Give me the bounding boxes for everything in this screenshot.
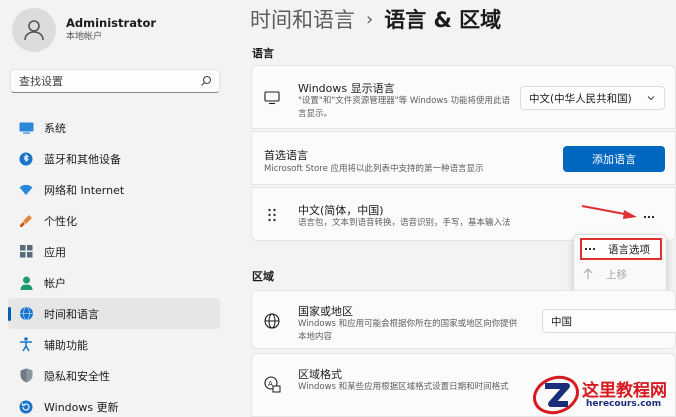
avatar — [12, 8, 56, 52]
sidebar-item-label: Windows 更新 — [44, 400, 119, 414]
preferred-languages-description: Microsoft Store 应用将以此列表中支持的第一种语言显示 — [264, 164, 484, 174]
bluetooth-icon — [18, 151, 34, 167]
globe-icon — [264, 313, 280, 333]
sidebar-item-label: 辅助功能 — [44, 338, 88, 352]
menu-item-move-up[interactable]: 上移 — [580, 263, 662, 285]
breadcrumb-parent[interactable]: 时间和语言 — [250, 4, 355, 34]
brush-icon — [18, 213, 34, 229]
sidebar-item-privacy[interactable]: 隐私和安全性 — [8, 360, 220, 391]
menu-item-label: 上移 — [606, 268, 627, 281]
apps-icon — [18, 244, 34, 260]
monitor-icon — [264, 90, 280, 109]
display-language-value: 中文(中华人民共和国) — [529, 92, 632, 105]
watermark-url: herecours.com — [586, 399, 662, 409]
page-title: 语言 & 区域 — [384, 8, 502, 32]
search-icon[interactable] — [199, 74, 213, 88]
sidebar-item-apps[interactable]: 应用 — [8, 236, 220, 267]
watermark-logo — [533, 375, 579, 415]
settings-search[interactable] — [10, 69, 220, 93]
display-language-dropdown[interactable]: 中文(中华人民共和国) — [520, 86, 665, 110]
language-entry-description: 语言包，文本到语音转换，语音识别，手写，基本输入法 — [298, 218, 511, 228]
sidebar-item-label: 时间和语言 — [44, 307, 99, 321]
arrow-up-icon — [580, 268, 596, 280]
search-input[interactable] — [19, 74, 199, 88]
drag-handle-icon[interactable] — [268, 207, 276, 226]
display-language-title: Windows 显示语言 — [298, 82, 395, 95]
globe-clock-icon — [18, 306, 34, 322]
sidebar-item-personalization[interactable]: 个性化 — [8, 205, 220, 236]
breadcrumb-separator: › — [366, 8, 374, 30]
display-language-description: "设置"和"文件资源管理器"等 Windows 功能将使用此语言显示。 — [298, 96, 510, 119]
section-heading-language: 语言 — [252, 47, 274, 60]
sidebar-item-time-language[interactable]: 时间和语言 — [8, 298, 220, 329]
more-options-button[interactable] — [638, 206, 660, 224]
sidebar-item-system[interactable]: 系统 — [8, 112, 220, 143]
sidebar-item-accounts[interactable]: 帐户 — [8, 267, 220, 298]
sidebar-item-network[interactable]: 网络和 Internet — [8, 174, 220, 205]
svg-text:A: A — [268, 380, 273, 388]
language-entry-title: 中文(简体，中国) — [298, 204, 384, 217]
regional-format-description: Windows 和某些应用根据区域格式设置日期和时间格式 — [298, 382, 509, 392]
sidebar-item-windows-update[interactable]: Windows 更新 — [8, 391, 220, 417]
sidebar-item-label: 系统 — [44, 121, 66, 135]
sidebar-item-label: 蓝牙和其他设备 — [44, 152, 121, 166]
user-profile[interactable]: Administrator 本地帐户 — [12, 8, 156, 52]
sidebar-nav: 系统 蓝牙和其他设备 网络和 Internet 个性化 应用 帐户 时间和语言 … — [8, 112, 220, 417]
preferred-languages-title: 首选语言 — [264, 149, 308, 162]
add-language-button[interactable]: 添加语言 — [563, 146, 665, 172]
shield-icon — [18, 368, 34, 384]
accessibility-icon — [18, 337, 34, 353]
sidebar-item-label: 网络和 Internet — [44, 183, 125, 197]
country-region-value: 中国 — [551, 315, 572, 328]
regional-format-title: 区域格式 — [298, 368, 342, 381]
sidebar: Administrator 本地帐户 系统 蓝牙和其他设备 网络和 Intern… — [0, 0, 232, 417]
sidebar-item-bluetooth[interactable]: 蓝牙和其他设备 — [8, 143, 220, 174]
more-icon — [643, 208, 655, 222]
country-region-title: 国家或地区 — [298, 305, 353, 318]
person-icon — [18, 275, 34, 291]
system-icon — [18, 120, 34, 136]
sidebar-item-label: 个性化 — [44, 214, 77, 228]
wifi-icon — [18, 182, 34, 198]
breadcrumb: 时间和语言 › 语言 & 区域 — [250, 2, 501, 36]
country-region-description: Windows 和应用可能会根据你所在的国家或地区向你提供本地内容 — [298, 319, 518, 342]
annotation-arrow-icon — [581, 205, 637, 219]
sidebar-item-label: 隐私和安全性 — [44, 369, 110, 383]
display-language-card: Windows 显示语言 "设置"和"文件资源管理器"等 Windows 功能将… — [251, 65, 676, 129]
watermark-title: 这里教程网 — [582, 381, 667, 401]
section-heading-region: 区域 — [252, 270, 274, 283]
menu-item-language-options[interactable]: 语言选项 — [580, 238, 662, 260]
sidebar-item-accessibility[interactable]: 辅助功能 — [8, 329, 220, 360]
site-watermark: 这里教程网 herecours.com — [528, 372, 676, 417]
more-icon — [582, 247, 598, 251]
country-region-card: 国家或地区 Windows 和应用可能会根据你所在的国家或地区向你提供本地内容 … — [251, 290, 676, 349]
regional-format-icon: A — [264, 376, 281, 397]
profile-name: Administrator — [66, 16, 157, 30]
update-icon — [18, 399, 34, 415]
menu-item-label: 语言选项 — [608, 243, 650, 256]
user-silhouette-icon — [24, 20, 44, 41]
sidebar-item-label: 帐户 — [44, 276, 66, 290]
profile-account-type: 本地帐户 — [66, 32, 103, 42]
sidebar-item-label: 应用 — [44, 245, 66, 259]
country-region-dropdown[interactable]: 中国 — [542, 309, 676, 333]
chevron-down-icon — [646, 93, 656, 106]
preferred-languages-card: 首选语言 Microsoft Store 应用将以此列表中支持的第一种语言显示 … — [251, 131, 676, 185]
